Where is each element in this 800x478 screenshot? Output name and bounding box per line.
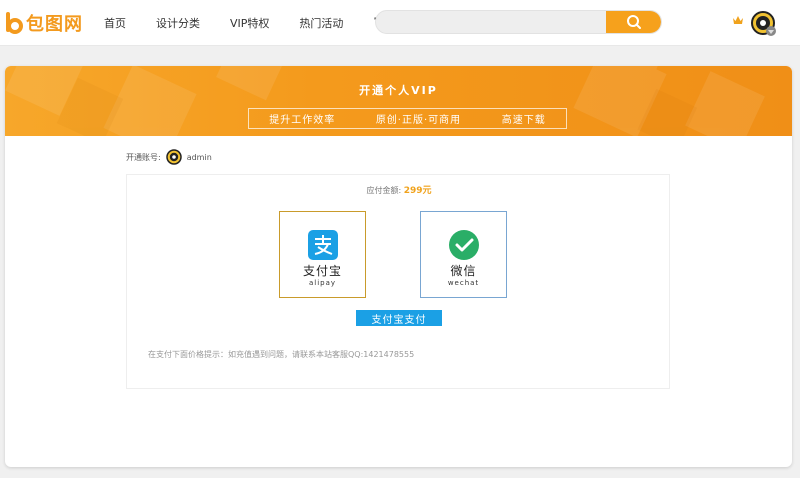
nav-item-vip-privileges[interactable]: VIP特权 xyxy=(230,15,269,31)
vip-benefits: 提升工作效率 原创·正版·可商用 高速下载 xyxy=(248,108,567,129)
alipay-sublabel: alipay xyxy=(308,279,337,287)
search-icon xyxy=(626,15,641,29)
benefit-efficiency: 提升工作效率 xyxy=(269,115,336,126)
nav-item-home[interactable]: 首页 xyxy=(104,15,126,31)
logo-b-icon xyxy=(6,12,23,34)
user-avatar[interactable] xyxy=(751,11,777,37)
account-avatar xyxy=(165,149,182,165)
crown-icon[interactable] xyxy=(733,16,743,25)
amount-label: 应付金额: xyxy=(366,186,402,195)
vip-purchase-card: 开通个人VIP 提升工作效率 原创·正版·可商用 高速下载 开通账号: admi… xyxy=(5,66,792,467)
account-info: 开通账号: admin xyxy=(126,149,212,165)
site-logo[interactable]: 包图网 xyxy=(4,10,83,36)
nav-item-hot-events[interactable]: 热门活动 xyxy=(299,15,343,31)
payment-method-wechat[interactable]: 微信 wechat xyxy=(420,211,507,298)
nav-item-design-categories[interactable]: 设计分类 xyxy=(156,15,200,31)
alipay-pay-button[interactable]: 支付宝支付 xyxy=(356,310,442,326)
benefit-original: 原创·正版·可商用 xyxy=(375,115,462,126)
payment-notice: 在支付下面价格提示：如充值遇到问题，请联系本站客服QQ:1421478555 xyxy=(148,350,415,359)
top-navbar: 包图网 首页 设计分类 VIP特权 热门活动 ··· xyxy=(0,0,800,46)
amount-due: 应付金额: 299元 xyxy=(127,183,671,196)
alipay-label: 支付宝 xyxy=(302,264,342,278)
payment-panel: 应付金额: 299元 支付宝 alipay 微信 wechat 支付宝支付 在支… xyxy=(126,174,670,389)
vip-banner: 开通个人VIP 提升工作效率 原创·正版·可商用 高速下载 xyxy=(5,66,792,136)
wechat-sublabel: wechat xyxy=(447,279,480,287)
alipay-logo-icon xyxy=(307,230,338,260)
account-label: 开通账号: xyxy=(126,152,161,162)
search-bar xyxy=(375,10,662,34)
wechat-logo-icon xyxy=(448,230,479,260)
amount-value: 299元 xyxy=(403,186,432,196)
wechat-label: 微信 xyxy=(450,264,477,278)
banner-title: 开通个人VIP xyxy=(359,84,438,97)
logo-text: 包图网 xyxy=(26,14,83,35)
account-username: admin xyxy=(186,152,212,162)
payment-method-alipay[interactable]: 支付宝 alipay xyxy=(279,211,366,298)
benefit-fast-download: 高速下载 xyxy=(501,115,546,126)
search-input[interactable] xyxy=(376,11,606,33)
search-button[interactable] xyxy=(606,11,661,33)
